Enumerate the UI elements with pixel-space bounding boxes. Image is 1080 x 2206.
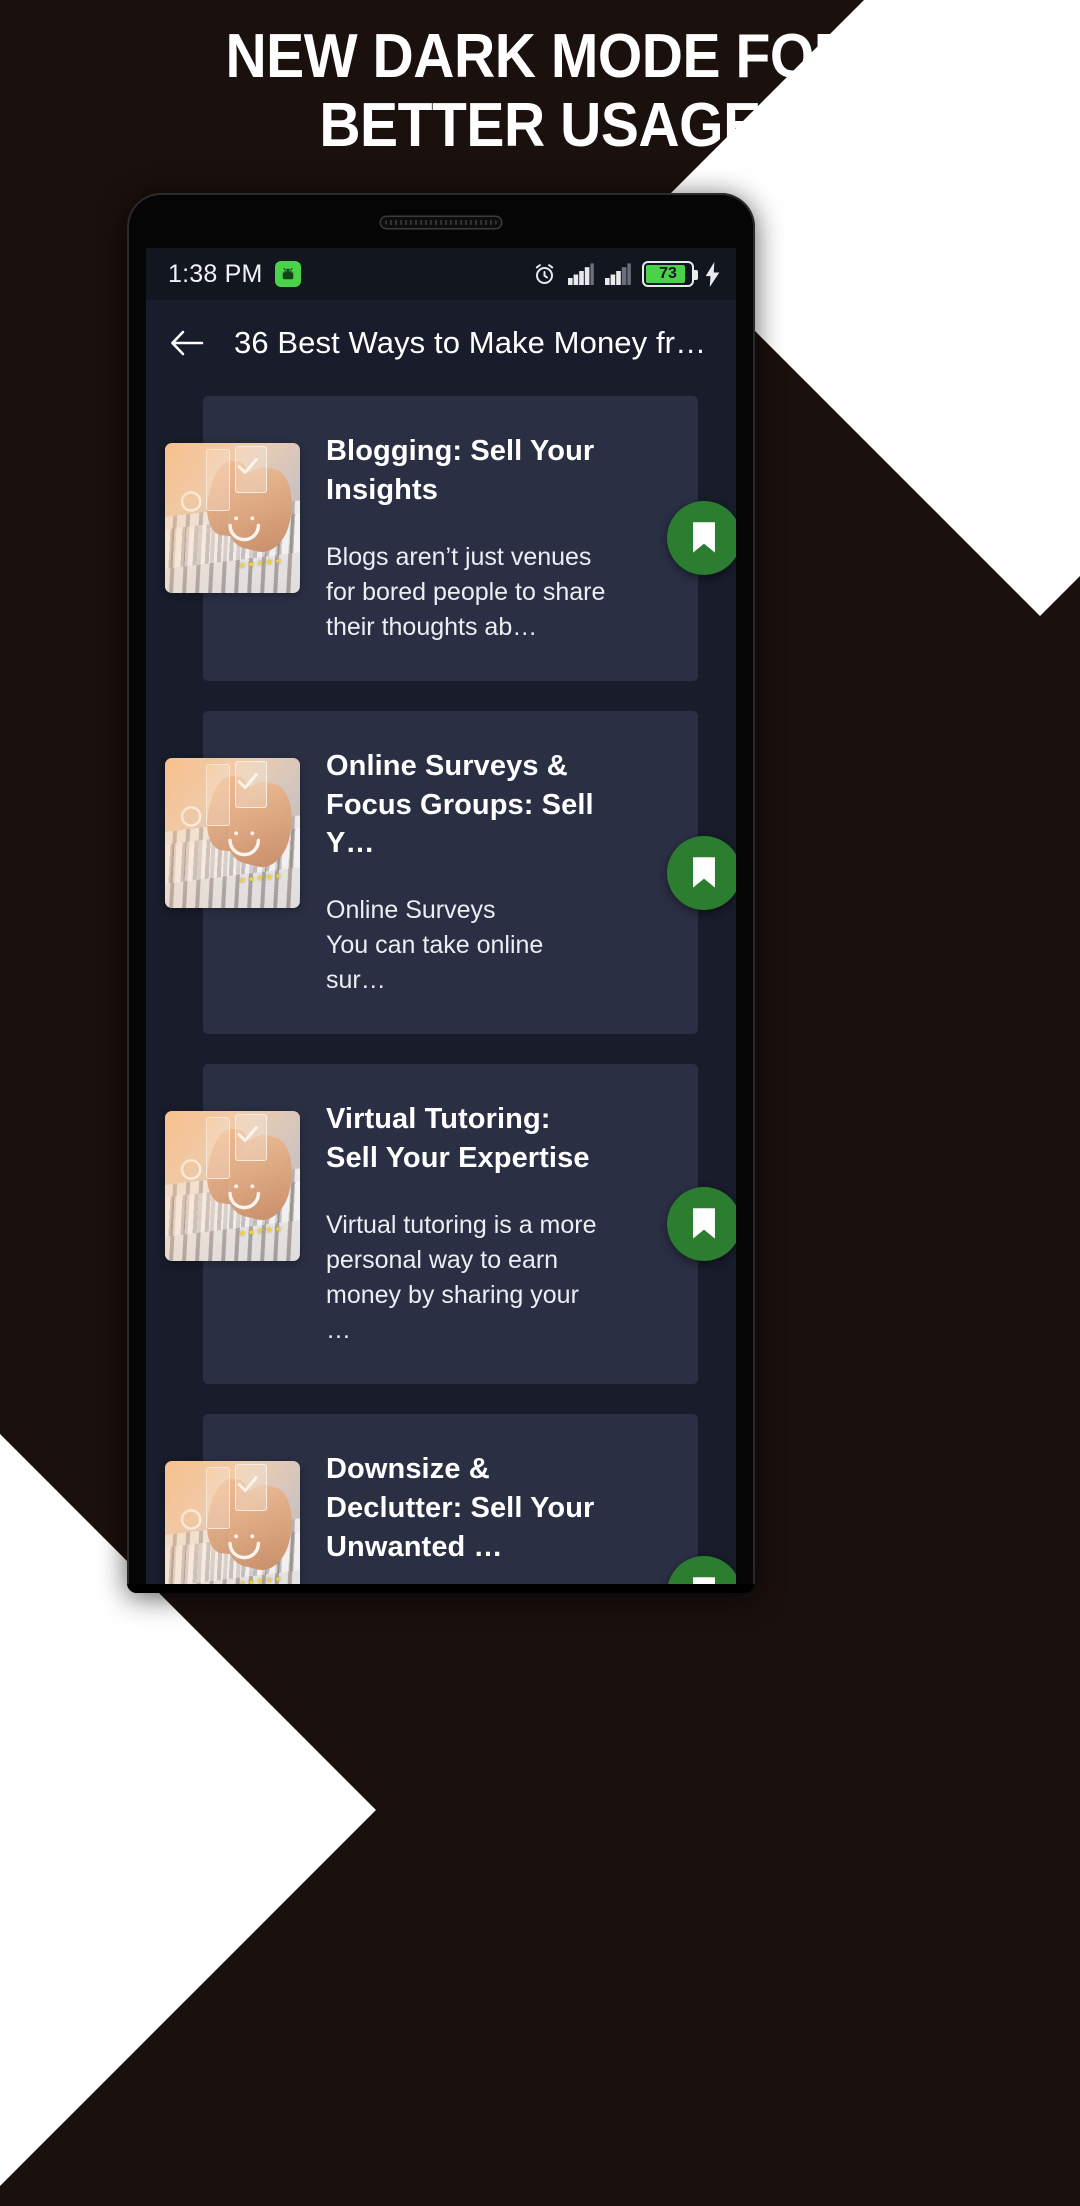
- article-card[interactable]: ★★★★★ Blogging: Sell Your Insights Blogs…: [165, 396, 698, 681]
- phone-screen: 1:38 PM 73 36 Best Ways to Make Money fr…: [146, 248, 736, 1584]
- article-text: Online Surveys & Focus Groups: Sell Y… O…: [300, 711, 698, 1035]
- article-card[interactable]: ★★★★★ Downsize & Declutter: Sell Your Un…: [165, 1414, 698, 1584]
- arrow-left-icon: [171, 330, 204, 356]
- promo-headline-line-2: BETTER USAGE: [319, 91, 761, 161]
- article-title: Online Surveys & Focus Groups: Sell Y…: [326, 749, 594, 860]
- phone-mockup: 1:38 PM 73 36 Best Ways to Make Money fr…: [127, 193, 755, 1593]
- signal-bars-icon: [568, 263, 594, 285]
- article-title: Virtual Tutoring: Sell Your Expertise: [326, 1103, 590, 1175]
- article-excerpt: Online Surveys: [326, 896, 496, 925]
- status-bar-clock: 1:38 PM: [168, 259, 263, 288]
- list-item[interactable]: ★★★★★ Virtual Tutoring: Sell Your Expert…: [146, 1064, 736, 1385]
- battery-percent-label: 73: [659, 265, 677, 282]
- article-text: Downsize & Declutter: Sell Your Unwanted…: [300, 1414, 698, 1584]
- list-item[interactable]: ★★★★★ Downsize & Declutter: Sell Your Un…: [146, 1414, 736, 1584]
- app-bar: 36 Best Ways to Make Money fr…: [146, 300, 736, 386]
- list-item[interactable]: ★★★★★ Online Surveys & Focus Groups: Sel…: [146, 710, 736, 1035]
- hands-typing-laptop-thumbnail: ★★★★★: [165, 1111, 300, 1262]
- bookmark-icon: [693, 1577, 715, 1584]
- article-list[interactable]: ★★★★★ Blogging: Sell Your Insights Blogs…: [146, 386, 736, 1584]
- signal-bars-icon: [605, 263, 631, 285]
- back-button[interactable]: [166, 322, 208, 364]
- article-title: Blogging: Sell Your Insights: [326, 435, 595, 506]
- bookmark-button[interactable]: [667, 501, 736, 576]
- list-item[interactable]: ★★★★★ Blogging: Sell Your Insights Blogs…: [146, 396, 736, 681]
- phone-bottom-bezel: [127, 1584, 755, 1593]
- bookmark-icon: [693, 1208, 715, 1239]
- article-card[interactable]: ★★★★★ Virtual Tutoring: Sell Your Expert…: [165, 1064, 698, 1385]
- page-title: 36 Best Ways to Make Money fr…: [234, 325, 707, 360]
- article-text: Blogging: Sell Your Insights Blogs aren’…: [300, 396, 698, 681]
- alarm-clock-icon: [532, 262, 557, 287]
- article-excerpt-2: You can take online sur…: [326, 931, 544, 995]
- hands-typing-laptop-thumbnail: ★★★★★: [165, 757, 300, 908]
- promo-headline: NEW DARK MODE FOR BETTER USAGE: [43, 22, 1037, 161]
- bookmark-button[interactable]: [667, 835, 736, 910]
- battery-icon: 73: [642, 261, 698, 287]
- hands-typing-laptop-thumbnail: ★★★★★: [165, 1461, 300, 1584]
- promo-headline-line-1: NEW DARK MODE FOR: [225, 22, 855, 91]
- article-title: Downsize & Declutter: Sell Your Unwanted…: [326, 1453, 595, 1563]
- lightning-bolt-icon: [705, 261, 720, 287]
- hands-typing-laptop-thumbnail: ★★★★★: [165, 443, 300, 593]
- status-bar-left: 1:38 PM: [168, 260, 301, 289]
- article-card[interactable]: ★★★★★ Online Surveys & Focus Groups: Sel…: [165, 710, 698, 1035]
- article-text: Virtual Tutoring: Sell Your Expertise Vi…: [300, 1064, 698, 1384]
- android-app-icon: [274, 261, 301, 287]
- status-bar: 1:38 PM 73: [146, 248, 736, 300]
- bookmark-icon: [693, 522, 715, 553]
- article-excerpt: Virtual tutoring is a more personal way …: [326, 1211, 597, 1345]
- bookmark-button[interactable]: [667, 1187, 736, 1262]
- status-bar-right: 73: [532, 261, 720, 287]
- article-excerpt: Blogs aren’t just venues for bored peopl…: [326, 542, 606, 641]
- bookmark-icon: [693, 856, 715, 888]
- earpiece-speaker: [381, 217, 501, 228]
